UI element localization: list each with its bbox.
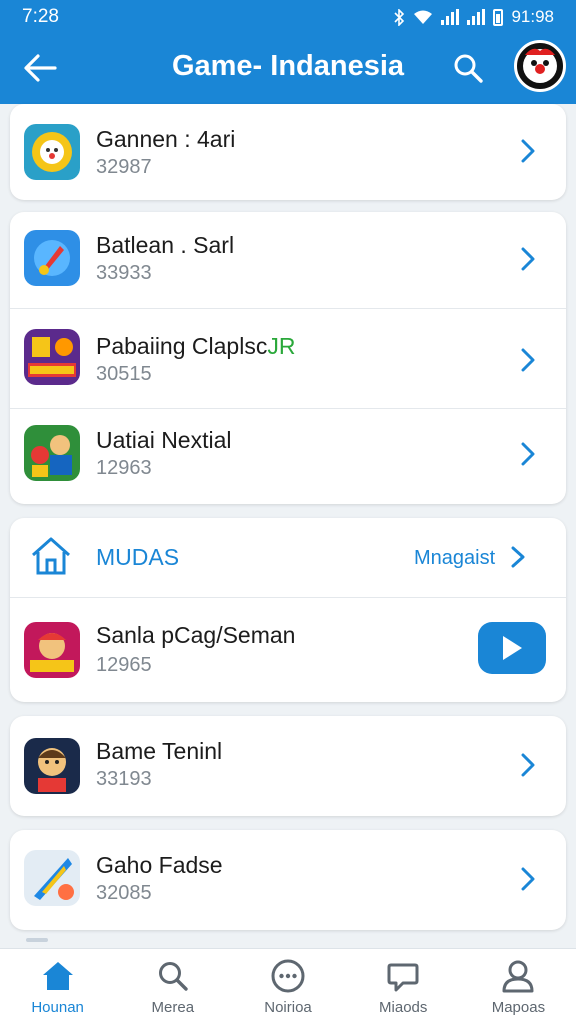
sun-face-game-icon (24, 124, 80, 180)
search-icon (156, 959, 190, 993)
list-item[interactable]: Pabaiing ClaplscJR 30515 (10, 308, 566, 408)
toolbar: Game- Indanesia (0, 34, 576, 104)
game-card: Batlean . Sarl 33933 Pabaiing ClaplscJR … (10, 212, 566, 504)
back-button[interactable] (20, 48, 60, 88)
scroll-peek (26, 938, 48, 942)
list-item[interactable]: Gannen : 4ari 32987 (10, 104, 566, 200)
section-header: MUDAS Mnagaist (10, 518, 566, 598)
section-card: MUDAS Mnagaist Sanla pCag/Seman 12965 (10, 518, 566, 702)
item-name: Sanla pCag/Seman (96, 622, 296, 648)
wifi-icon (414, 10, 433, 24)
section-title: MUDAS (96, 544, 180, 570)
list-item[interactable]: Uatiai Nextial 12963 (10, 408, 566, 504)
app-bar: 7:28 91:98 Game- Indanesia (0, 0, 576, 104)
bottom-nav: Hounan Merea Noirioa Miaods Mapoas (0, 948, 576, 1024)
item-name: Gaho Fadse (96, 852, 223, 878)
chevron-right-icon (516, 244, 540, 274)
game-card: Gaho Fadse 32085 (10, 830, 566, 930)
item-number: 32085 (96, 882, 152, 904)
item-name-accent: JR (267, 333, 296, 359)
item-number: 32987 (96, 156, 152, 178)
nav-label: Noirioa (264, 999, 312, 1016)
status-bar: 7:28 91:98 (0, 0, 576, 34)
signal-icon (441, 9, 460, 25)
chevron-right-icon (511, 546, 525, 568)
arcade-game-icon (24, 329, 80, 385)
hero-game-icon (24, 425, 80, 481)
speech-bubble-icon (386, 959, 420, 993)
item-number: 12963 (96, 457, 152, 479)
chevron-right-icon (516, 136, 540, 166)
item-number: 30515 (96, 363, 152, 385)
avatar-button[interactable] (514, 40, 566, 92)
nav-item-chat[interactable]: Noirioa (230, 949, 345, 1024)
chevron-right-icon (516, 750, 540, 780)
item-name-main: Pabaiing Claplsc (96, 333, 268, 359)
arrow-left-icon (24, 54, 57, 82)
item-name: Pabaiing ClaplscJR (96, 333, 295, 360)
list-item[interactable]: Bame Teninl 33193 (10, 716, 566, 816)
chevron-right-icon (516, 439, 540, 469)
nav-item-search[interactable]: Merea (115, 949, 230, 1024)
nav-item-messages[interactable]: Miaods (346, 949, 461, 1024)
nav-item-home[interactable]: Hounan (0, 949, 115, 1024)
game-card: Gannen : 4ari 32987 (10, 104, 566, 200)
dragon-game-icon (24, 850, 80, 906)
search-button[interactable] (448, 48, 488, 88)
nav-label: Mapoas (491, 999, 546, 1016)
status-time: 7:28 (22, 6, 59, 27)
boy-game-icon (24, 738, 80, 794)
item-name: Uatiai Nextial (96, 427, 232, 453)
nav-label: Merea (151, 999, 195, 1016)
battery-icon (493, 8, 504, 26)
search-icon (454, 54, 483, 83)
play-button[interactable] (478, 622, 546, 674)
item-number: 12965 (96, 654, 152, 676)
chat-bubble-icon (271, 959, 305, 993)
list-item[interactable]: Gaho Fadse 32085 (10, 830, 566, 930)
person-icon (501, 959, 535, 993)
chevron-right-icon (516, 345, 540, 375)
cartoon-game-icon (24, 622, 80, 678)
rocket-game-icon (24, 230, 80, 286)
signal-icon-2 (467, 9, 486, 25)
nav-label: Hounan (31, 999, 84, 1016)
item-number: 33193 (96, 768, 152, 790)
home-icon (32, 537, 70, 575)
nav-item-profile[interactable]: Mapoas (461, 949, 576, 1024)
item-number: 33933 (96, 262, 152, 284)
item-name: Batlean . Sarl (96, 232, 235, 258)
page-title: Game- Indanesia (171, 50, 405, 82)
game-card: Bame Teninl 33193 (10, 716, 566, 816)
section-link[interactable]: Mnagaist (414, 546, 525, 570)
status-right-text: 91:98 (511, 7, 554, 26)
list-item[interactable]: Batlean . Sarl 33933 (10, 212, 566, 308)
bluetooth-icon (394, 8, 405, 26)
home-icon (41, 959, 75, 993)
play-icon (503, 636, 522, 660)
status-icons: 91:98 (393, 7, 554, 27)
section-link-label: Mnagaist (414, 547, 496, 569)
item-name: Bame Teninl (96, 738, 223, 764)
nav-label: Miaods (379, 999, 428, 1016)
chevron-right-icon (516, 864, 540, 894)
clown-avatar-icon (523, 48, 557, 83)
item-name: Gannen : 4ari (96, 126, 236, 152)
